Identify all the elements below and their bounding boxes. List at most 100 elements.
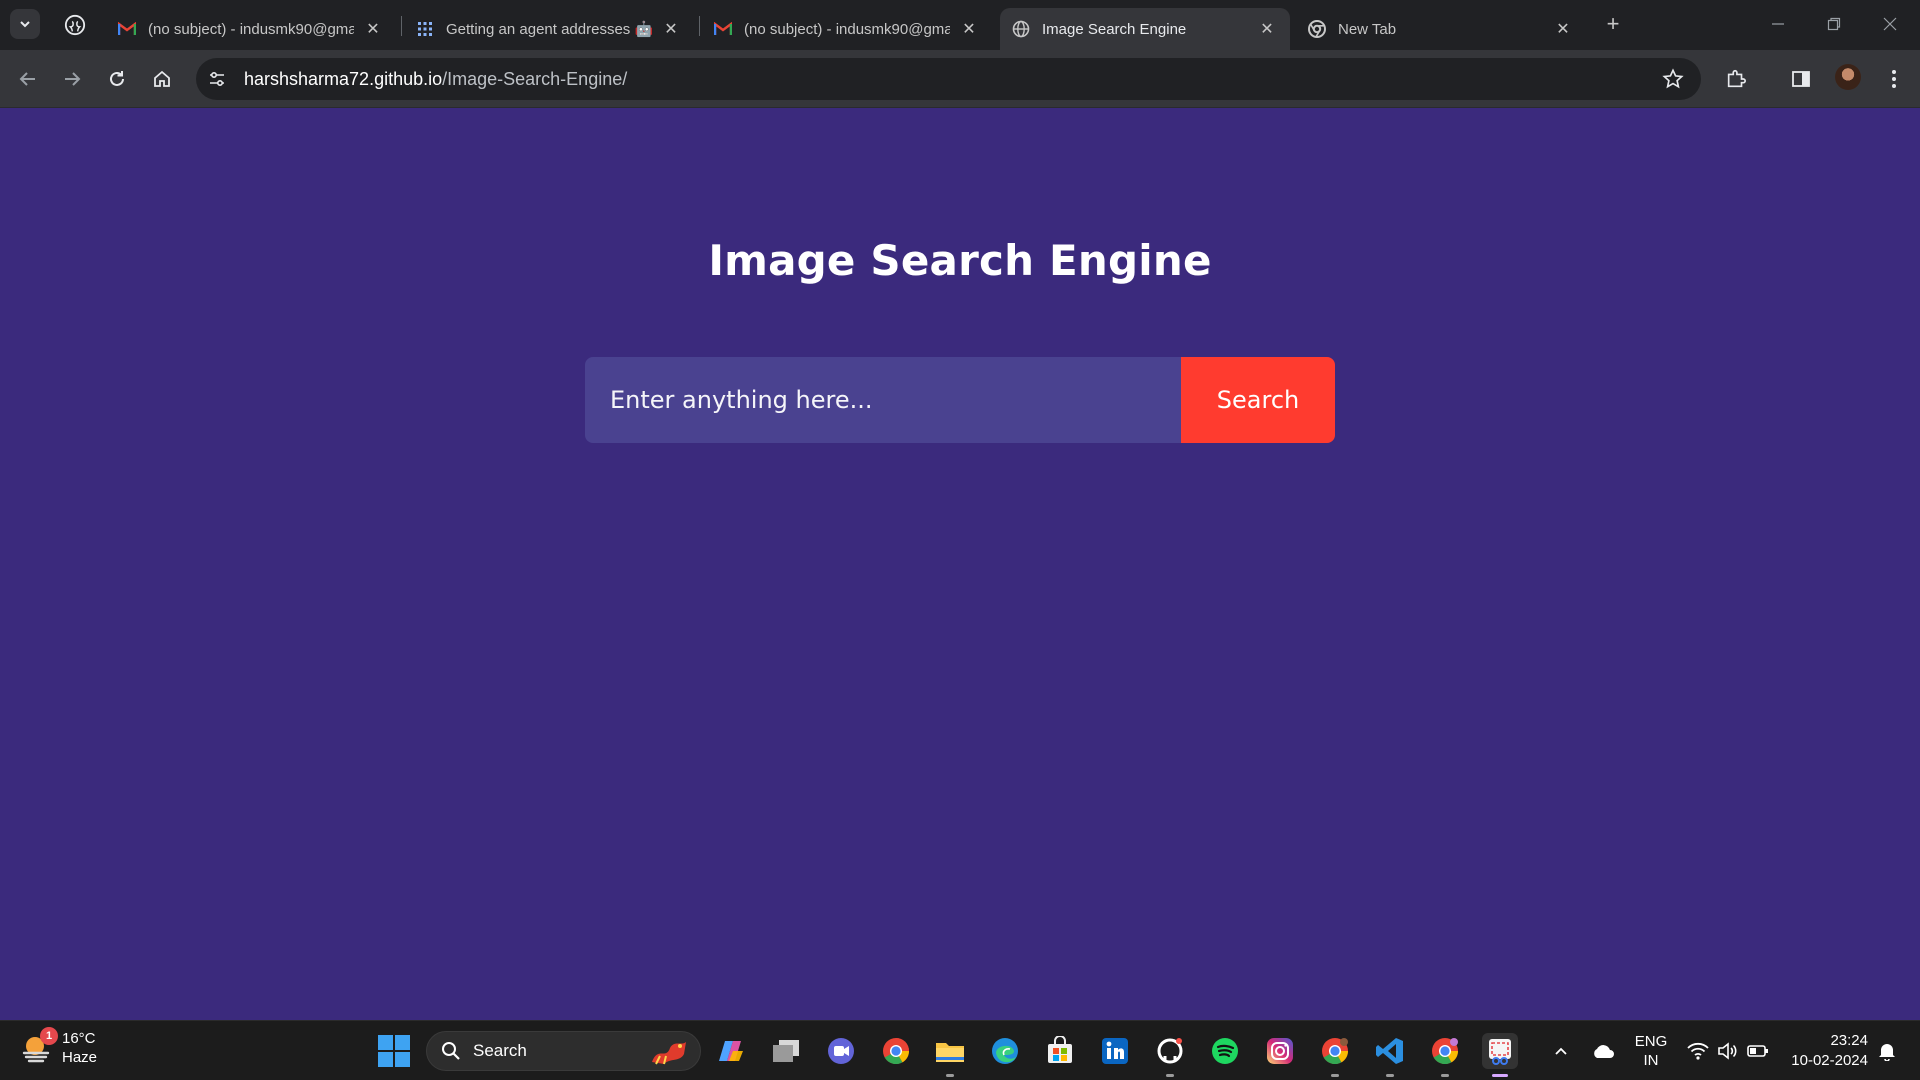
battery-icon xyxy=(1747,1045,1768,1057)
start-button[interactable] xyxy=(378,1035,410,1067)
onedrive-tray-button[interactable] xyxy=(1588,1021,1618,1080)
bell-icon xyxy=(1879,1044,1895,1061)
close-icon[interactable]: ✕ xyxy=(1552,18,1574,40)
taskbar-task-view[interactable] xyxy=(768,1033,804,1069)
home-icon xyxy=(154,70,170,87)
site-info-button[interactable] xyxy=(200,62,234,96)
running-indicator xyxy=(946,1074,954,1077)
tab-search-button[interactable] xyxy=(10,9,40,39)
taskbar-file-explorer[interactable] xyxy=(932,1033,968,1077)
taskbar-snipping-tool[interactable] xyxy=(1482,1033,1518,1077)
taskbar-instagram[interactable] xyxy=(1262,1033,1298,1069)
tune-icon xyxy=(210,71,224,87)
battery-tray-button[interactable] xyxy=(1744,1021,1772,1080)
weather-widget[interactable]: 1 16°C Haze xyxy=(20,1027,97,1067)
taskbar-store[interactable] xyxy=(1042,1033,1078,1069)
github-icon xyxy=(1157,1038,1183,1064)
close-icon[interactable]: ✕ xyxy=(958,18,980,40)
puzzle-icon xyxy=(1727,69,1746,88)
snipping-tool-icon xyxy=(1489,1039,1511,1065)
extensions-button[interactable] xyxy=(1720,63,1752,95)
edge-icon xyxy=(992,1038,1018,1064)
volume-icon xyxy=(1718,1042,1737,1060)
search-input[interactable] xyxy=(585,357,1181,443)
close-icon[interactable]: ✕ xyxy=(362,18,384,40)
restore-icon xyxy=(1827,17,1841,31)
taskbar-edge[interactable] xyxy=(987,1033,1023,1069)
folder-icon xyxy=(936,1043,964,1062)
tab-agent-addresses[interactable]: Getting an agent addresses 🤖 | ✕ xyxy=(404,8,694,50)
new-tab-button[interactable]: + xyxy=(1599,10,1627,38)
taskbar-spotify[interactable] xyxy=(1207,1033,1243,1069)
running-indicator xyxy=(1331,1074,1339,1077)
clock-time: 23:24 xyxy=(1830,1032,1868,1049)
side-panel-button[interactable] xyxy=(1785,63,1817,95)
back-button[interactable] xyxy=(12,63,44,95)
chevron-down-icon xyxy=(20,21,30,28)
minimize-button[interactable] xyxy=(1750,0,1806,48)
profile-avatar[interactable] xyxy=(1835,64,1861,90)
taskbar-meet[interactable] xyxy=(823,1033,859,1069)
tab-gmail-1[interactable]: (no subject) - indusmk90@gmail.com ✕ xyxy=(106,8,396,50)
haze-weather-icon: 1 xyxy=(20,1027,58,1065)
taskbar-vscode[interactable] xyxy=(1372,1033,1408,1077)
wifi-icon xyxy=(1687,1042,1709,1060)
language-code: ENG xyxy=(1634,1033,1668,1050)
windows-logo-pane xyxy=(395,1052,410,1067)
arrow-left-icon xyxy=(19,72,35,86)
taskbar-github-desktop[interactable] xyxy=(1152,1033,1188,1077)
instagram-icon xyxy=(1267,1038,1293,1064)
window-close-button[interactable] xyxy=(1862,0,1918,48)
cloud-icon xyxy=(1594,1045,1614,1058)
url-text[interactable]: harshsharma72.github.io/Image-Search-Eng… xyxy=(244,69,627,90)
tab-separator xyxy=(699,16,700,36)
wifi-tray-button[interactable] xyxy=(1684,1021,1712,1080)
taskbar-search-box[interactable]: Search xyxy=(426,1031,701,1071)
meet-icon xyxy=(828,1038,854,1064)
more-vertical-icon xyxy=(1892,70,1896,88)
language-indicator[interactable]: ENG IN xyxy=(1628,1021,1674,1080)
search-form: Search xyxy=(585,357,1335,443)
show-hidden-icons-button[interactable] xyxy=(1548,1021,1574,1080)
taskbar-clock[interactable]: 23:24 10-02-2024 xyxy=(1778,1031,1868,1071)
tab-title: Getting an agent addresses 🤖 | xyxy=(446,21,652,38)
copilot-icon xyxy=(719,1041,743,1061)
notifications-button[interactable] xyxy=(1872,1021,1902,1080)
taskbar-chrome[interactable] xyxy=(878,1033,914,1069)
arrow-right-icon xyxy=(65,72,81,86)
close-icon[interactable]: ✕ xyxy=(1256,18,1278,40)
taskbar-linkedin[interactable] xyxy=(1097,1033,1133,1069)
grid-app-icon xyxy=(416,20,434,38)
taskbar-chrome-profile[interactable] xyxy=(1317,1033,1353,1077)
linkedin-icon xyxy=(1102,1038,1128,1064)
running-indicator xyxy=(1166,1074,1174,1077)
vscode-icon xyxy=(1376,1038,1403,1064)
reload-button[interactable] xyxy=(101,63,133,95)
pinned-tab-github[interactable] xyxy=(60,10,90,40)
weather-notification-badge: 1 xyxy=(40,1027,58,1045)
taskbar-search-label: Search xyxy=(473,1041,527,1060)
browser-menu-button[interactable] xyxy=(1878,63,1910,95)
address-bar[interactable]: harshsharma72.github.io/Image-Search-Eng… xyxy=(196,58,1701,100)
windows-logo-pane xyxy=(395,1035,410,1050)
windows-logo-pane xyxy=(378,1035,393,1050)
windows-logo-pane xyxy=(378,1052,393,1067)
close-icon[interactable]: ✕ xyxy=(660,18,682,40)
home-button[interactable] xyxy=(146,63,178,95)
volume-tray-button[interactable] xyxy=(1714,1021,1742,1080)
search-button[interactable]: Search xyxy=(1181,357,1335,443)
browser-toolbar: harshsharma72.github.io/Image-Search-Eng… xyxy=(0,50,1920,108)
gmail-icon xyxy=(118,20,136,38)
globe-icon xyxy=(1012,20,1030,38)
taskbar-chrome-profile-2[interactable] xyxy=(1427,1033,1463,1077)
tab-new-tab[interactable]: New Tab ✕ xyxy=(1296,8,1586,50)
tab-gmail-2[interactable]: (no subject) - indusmk90@gmail.com ✕ xyxy=(702,8,992,50)
running-indicator xyxy=(1386,1074,1394,1077)
forward-button[interactable] xyxy=(56,63,88,95)
tab-title: (no subject) - indusmk90@gmail.com xyxy=(148,20,354,38)
bookmark-button[interactable] xyxy=(1661,67,1685,91)
tab-image-search-engine[interactable]: Image Search Engine ✕ xyxy=(1000,8,1290,50)
chrome-profile-icon xyxy=(1322,1038,1349,1065)
restore-button[interactable] xyxy=(1806,0,1862,48)
taskbar-copilot[interactable] xyxy=(713,1033,749,1069)
